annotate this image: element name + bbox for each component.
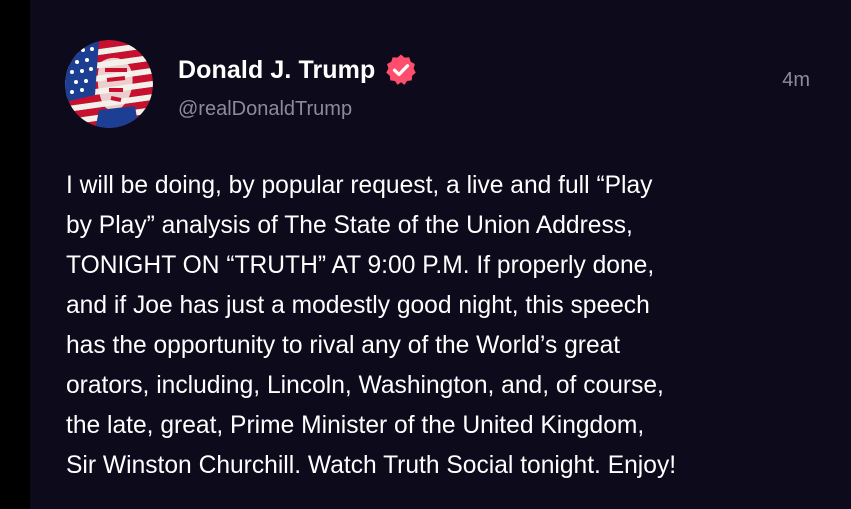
- author-display-name[interactable]: Donald J. Trump: [178, 56, 375, 85]
- author-name-row: Donald J. Trump: [178, 52, 418, 88]
- post-timestamp[interactable]: 4m: [782, 69, 810, 92]
- verified-badge-icon: [384, 53, 418, 87]
- author-handle[interactable]: @realDonaldTrump: [178, 98, 352, 121]
- author-avatar[interactable]: [65, 40, 153, 128]
- post-card: Donald J. Trump @realDonaldTrump 4m I wi…: [30, 0, 851, 509]
- post-body-text: I will be doing, by popular request, a l…: [66, 172, 677, 479]
- avatar-flag-portrait: [65, 40, 153, 128]
